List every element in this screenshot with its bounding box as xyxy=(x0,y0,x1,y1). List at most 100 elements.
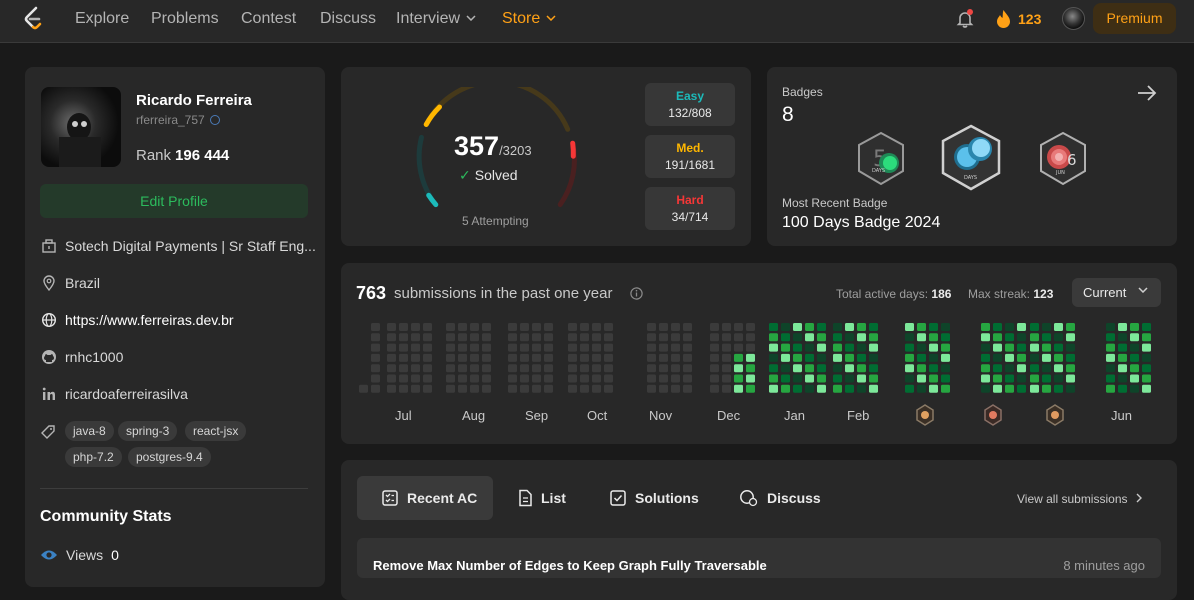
heatmap-day-cell[interactable] xyxy=(482,333,491,342)
heatmap-day-cell[interactable] xyxy=(671,364,680,373)
heatmap-day-cell[interactable] xyxy=(722,353,731,362)
heatmap-day-cell[interactable] xyxy=(647,364,656,373)
heatmap-day-cell[interactable] xyxy=(508,323,517,331)
heatmap-day-cell[interactable] xyxy=(1005,374,1014,383)
monthly-badge-icon[interactable] xyxy=(1045,404,1065,426)
heatmap-day-cell[interactable] xyxy=(1106,343,1115,352)
heatmap-day-cell[interactable] xyxy=(1030,384,1039,393)
heatmap-day-cell[interactable] xyxy=(1142,384,1151,393)
heatmap-day-cell[interactable] xyxy=(568,323,577,331)
heatmap-day-cell[interactable] xyxy=(520,374,529,383)
heatmap-day-cell[interactable] xyxy=(520,333,529,342)
heatmap-day-cell[interactable] xyxy=(580,384,589,393)
heatmap-day-cell[interactable] xyxy=(1066,374,1075,383)
heatmap-day-cell[interactable] xyxy=(917,364,926,373)
heatmap-day-cell[interactable] xyxy=(544,384,553,393)
heatmap-day-cell[interactable] xyxy=(671,343,680,352)
heatmap-day-cell[interactable] xyxy=(458,384,467,393)
heatmap-day-cell[interactable] xyxy=(423,333,432,342)
heatmap-day-cell[interactable] xyxy=(482,374,491,383)
heatmap-day-cell[interactable] xyxy=(929,333,938,342)
heatmap-day-cell[interactable] xyxy=(1142,353,1151,362)
heatmap-day-cell[interactable] xyxy=(905,323,914,331)
heatmap-day-cell[interactable] xyxy=(941,364,950,373)
heatmap-day-cell[interactable] xyxy=(1030,343,1039,352)
heatmap-day-cell[interactable] xyxy=(446,323,455,331)
heatmap-day-cell[interactable] xyxy=(1118,343,1127,352)
heatmap-day-cell[interactable] xyxy=(917,343,926,352)
heatmap-day-cell[interactable] xyxy=(423,343,432,352)
heatmap-day-cell[interactable] xyxy=(592,333,601,342)
heatmap-day-cell[interactable] xyxy=(671,374,680,383)
heatmap-day-cell[interactable] xyxy=(470,384,479,393)
premium-button[interactable]: Premium xyxy=(1093,3,1176,34)
heatmap-day-cell[interactable] xyxy=(647,374,656,383)
easy-stat[interactable]: Easy 132/808 xyxy=(645,83,735,126)
heatmap-day-cell[interactable] xyxy=(710,333,719,342)
heatmap-day-cell[interactable] xyxy=(508,333,517,342)
heatmap-day-cell[interactable] xyxy=(659,353,668,362)
heatmap-day-cell[interactable] xyxy=(981,353,990,362)
heatmap-day-cell[interactable] xyxy=(470,374,479,383)
heatmap-day-cell[interactable] xyxy=(659,384,668,393)
heatmap-day-cell[interactable] xyxy=(817,384,826,393)
heatmap-day-cell[interactable] xyxy=(993,333,1002,342)
heatmap-day-cell[interactable] xyxy=(710,353,719,362)
heatmap-day-cell[interactable] xyxy=(1066,323,1075,331)
heatmap-day-cell[interactable] xyxy=(470,323,479,331)
heatmap-day-cell[interactable] xyxy=(647,323,656,331)
heatmap-day-cell[interactable] xyxy=(769,384,778,393)
skill-tag[interactable]: spring-3 xyxy=(118,421,178,441)
view-all-submissions-link[interactable]: View all submissions xyxy=(1017,492,1143,506)
heatmap-day-cell[interactable] xyxy=(917,353,926,362)
heatmap-day-cell[interactable] xyxy=(532,343,541,352)
heatmap-day-cell[interactable] xyxy=(993,374,1002,383)
heatmap-day-cell[interactable] xyxy=(710,323,719,331)
heatmap-day-cell[interactable] xyxy=(993,353,1002,362)
heatmap-day-cell[interactable] xyxy=(568,364,577,373)
heatmap-day-cell[interactable] xyxy=(508,343,517,352)
heatmap-day-cell[interactable] xyxy=(387,364,396,373)
heatmap-day-cell[interactable] xyxy=(817,343,826,352)
github-info[interactable]: rnhc1000 xyxy=(40,349,123,365)
heatmap-day-cell[interactable] xyxy=(1066,384,1075,393)
heatmap-day-cell[interactable] xyxy=(1106,353,1115,362)
heatmap-day-cell[interactable] xyxy=(1054,374,1063,383)
heatmap-day-cell[interactable] xyxy=(817,364,826,373)
heatmap-day-cell[interactable] xyxy=(592,353,601,362)
heatmap-day-cell[interactable] xyxy=(544,353,553,362)
heatmap-day-cell[interactable] xyxy=(869,384,878,393)
heatmap-day-cell[interactable] xyxy=(722,374,731,383)
nav-discuss[interactable]: Discuss xyxy=(320,10,376,28)
heatmap-day-cell[interactable] xyxy=(1066,343,1075,352)
heatmap-day-cell[interactable] xyxy=(722,364,731,373)
heatmap-day-cell[interactable] xyxy=(941,384,950,393)
heatmap-day-cell[interactable] xyxy=(746,364,755,373)
heatmap-day-cell[interactable] xyxy=(869,333,878,342)
heatmap-day-cell[interactable] xyxy=(387,374,396,383)
streak-count[interactable]: 123 xyxy=(1018,11,1041,27)
edit-profile-button[interactable]: Edit Profile xyxy=(40,184,308,218)
heatmap-day-cell[interactable] xyxy=(1066,353,1075,362)
heatmap-day-cell[interactable] xyxy=(683,384,692,393)
heatmap-day-cell[interactable] xyxy=(857,333,866,342)
heatmap-day-cell[interactable] xyxy=(917,333,926,342)
heatmap-day-cell[interactable] xyxy=(817,374,826,383)
heatmap-day-cell[interactable] xyxy=(544,374,553,383)
heatmap-day-cell[interactable] xyxy=(671,323,680,331)
heatmap-day-cell[interactable] xyxy=(1106,374,1115,383)
heatmap-day-cell[interactable] xyxy=(805,374,814,383)
skill-tag[interactable]: postgres-9.4 xyxy=(128,447,211,467)
heatmap-day-cell[interactable] xyxy=(580,343,589,352)
heatmap-day-cell[interactable] xyxy=(532,353,541,362)
heatmap-day-cell[interactable] xyxy=(1005,364,1014,373)
heatmap-day-cell[interactable] xyxy=(917,384,926,393)
heatmap-day-cell[interactable] xyxy=(683,374,692,383)
heatmap-day-cell[interactable] xyxy=(857,384,866,393)
100-days-badge-icon[interactable]: DAYS xyxy=(938,123,1004,193)
heatmap-day-cell[interactable] xyxy=(869,323,878,331)
heatmap-day-cell[interactable] xyxy=(769,333,778,342)
heatmap-day-cell[interactable] xyxy=(1054,353,1063,362)
heatmap-day-cell[interactable] xyxy=(411,323,420,331)
heatmap-day-cell[interactable] xyxy=(508,374,517,383)
